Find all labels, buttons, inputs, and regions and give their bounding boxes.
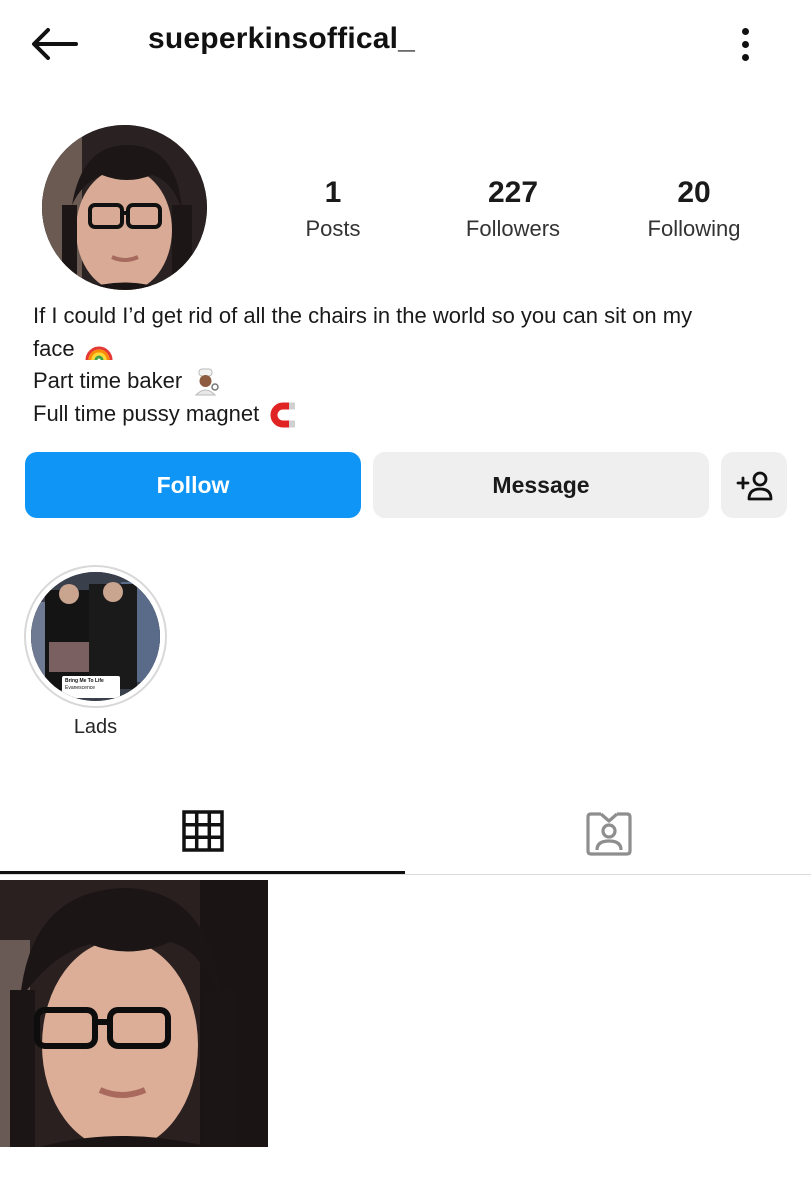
post-thumbnail[interactable] (0, 880, 268, 1147)
bio-line-text: Full time pussy magnet (33, 400, 260, 426)
more-vertical-icon (741, 27, 749, 35)
stat-followers[interactable]: 227 Followers (428, 176, 598, 242)
stat-following[interactable]: 20 Following (609, 176, 779, 242)
more-options-button[interactable] (728, 22, 762, 66)
baker-emoji-icon (195, 368, 220, 396)
story-highlight[interactable]: Bring Me To Life Evanescence Lads (24, 565, 167, 739)
message-button[interactable]: Message (373, 452, 709, 518)
grid-icon (181, 809, 224, 852)
profile-bio: If I could I’d get rid of all the chairs… (33, 300, 783, 430)
posts-label: Posts (305, 216, 361, 241)
music-sticker-title: Bring Me To Life (65, 678, 104, 684)
highlight-label: Lads (73, 716, 118, 738)
suggested-users-button[interactable] (721, 452, 787, 518)
highlight-ring: Bring Me To Life Evanescence (24, 565, 167, 708)
highlight-cover: Bring Me To Life Evanescence (31, 572, 160, 701)
bio-line-text: Part time baker (33, 368, 183, 393)
arrow-left-icon (32, 28, 78, 60)
bio-line: Full time pussy magnet (33, 398, 783, 431)
bio-line: face (33, 333, 783, 366)
followers-label: Followers (465, 216, 561, 241)
stat-posts[interactable]: 1 Posts (248, 176, 418, 242)
post-image (0, 880, 268, 1147)
music-sticker-artist: Evanescence (65, 685, 96, 691)
follow-button[interactable]: Follow (25, 452, 361, 518)
rainbow-emoji-icon (85, 346, 113, 361)
profile-tabs (0, 790, 811, 875)
followers-count: 227 (487, 176, 539, 209)
tagged-user-icon (585, 811, 632, 856)
back-button[interactable] (30, 22, 86, 66)
posts-count: 1 (324, 176, 342, 209)
following-label: Following (647, 216, 741, 241)
add-user-icon (736, 471, 773, 501)
avatar-image (42, 125, 207, 290)
profile-avatar[interactable] (42, 125, 207, 290)
bio-line-text: face (33, 335, 75, 361)
bio-line: Part time baker (33, 365, 783, 398)
following-count: 20 (677, 176, 711, 209)
tab-grid[interactable] (0, 790, 405, 874)
profile-header: sueperkinsoffical_ (0, 0, 811, 90)
music-sticker: Bring Me To Life Evanescence (62, 676, 120, 698)
bio-line: If I could I’d get rid of all the chairs… (33, 303, 693, 328)
magnet-emoji-icon (270, 402, 296, 428)
profile-username: sueperkinsoffical_ (148, 22, 416, 55)
tab-tagged[interactable] (406, 790, 811, 875)
